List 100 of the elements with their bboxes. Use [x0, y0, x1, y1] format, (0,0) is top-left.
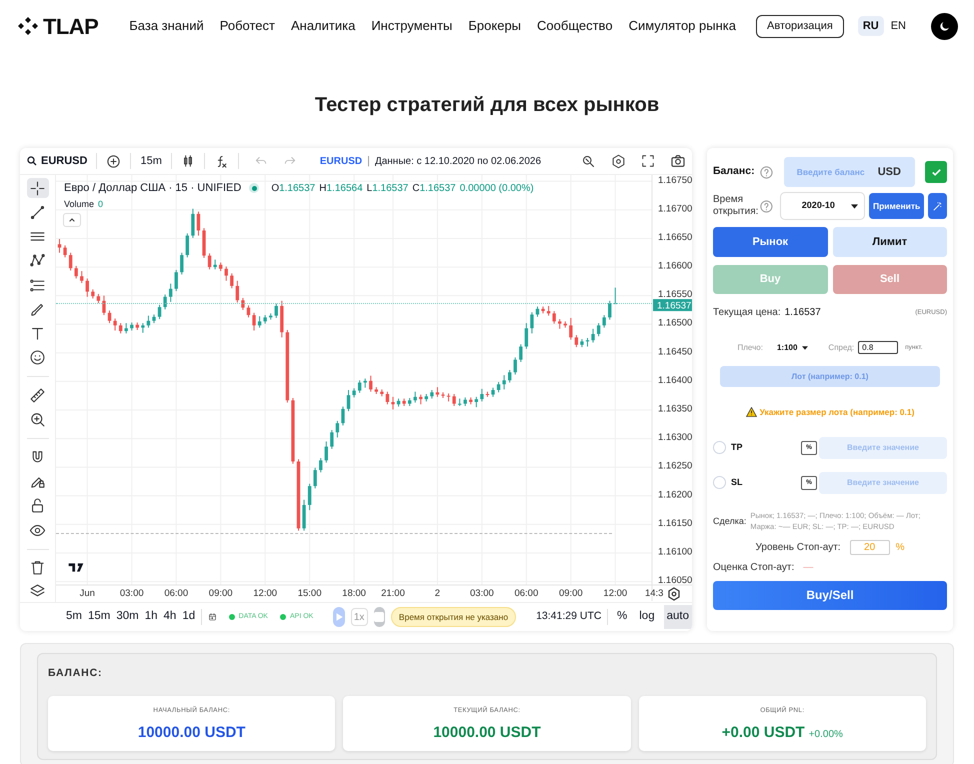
open-time-select[interactable]: 2020-10	[780, 192, 866, 220]
candlestick	[330, 430, 334, 450]
candlestick	[158, 304, 162, 320]
candlestick	[313, 467, 317, 489]
candlestick	[474, 396, 478, 408]
timeframe-button[interactable]: 15m	[88, 608, 110, 626]
candlestick	[519, 344, 523, 362]
candlestick	[346, 390, 350, 412]
candlestick	[236, 280, 240, 304]
check-icon	[930, 166, 942, 178]
price-label: 1.16400	[658, 374, 692, 386]
spread-label: Спред:	[828, 342, 854, 354]
timeframe-button[interactable]: 1h	[144, 608, 158, 626]
crosshair-tool[interactable]	[26, 178, 48, 198]
card-value: 10000.00 USDT	[433, 722, 541, 742]
candlestick	[608, 300, 612, 320]
timeframe-button[interactable]: 4h	[164, 608, 176, 626]
caret-icon	[851, 204, 858, 208]
clock-text: 13:41:29 UTC	[536, 609, 602, 624]
trend-line-icon	[29, 204, 46, 221]
play-icon	[334, 612, 344, 622]
value-field[interactable]: Введите значение	[819, 472, 947, 494]
leverage-select[interactable]: 1:100	[776, 342, 808, 354]
candlestick	[174, 269, 178, 292]
time-label: 03:00	[470, 588, 494, 599]
candlestick	[591, 328, 595, 344]
nav-link[interactable]: Аналитика	[290, 16, 356, 36]
collapse-button[interactable]	[63, 213, 81, 227]
warning-icon	[746, 407, 757, 418]
price-label: 1.16450	[658, 346, 692, 358]
search-icon	[26, 155, 38, 167]
candlestick	[524, 322, 528, 350]
price-label: 1.16600	[658, 260, 692, 272]
fullscreen-icon[interactable]	[641, 154, 655, 168]
scale-button[interactable]: log	[636, 605, 658, 629]
submit-button[interactable]: Buy/Sell	[713, 580, 947, 610]
percent-text: %	[896, 540, 904, 554]
candlestick	[436, 386, 440, 398]
radio-button[interactable]	[713, 476, 726, 490]
price-label: 1.16650	[658, 232, 692, 243]
nav-link[interactable]: Роботест	[220, 16, 275, 36]
symbol-search[interactable]: EURUSD	[26, 152, 88, 170]
spread-field[interactable]: 0.8	[858, 341, 898, 354]
nav-link[interactable]: Сообщество	[537, 16, 613, 36]
price-label: 1.16350	[658, 404, 692, 415]
order-type-tab[interactable]: Лимит	[832, 227, 947, 257]
candlestick	[68, 252, 72, 271]
nav-link[interactable]: База знаний	[129, 16, 204, 36]
zoom-search-icon[interactable]	[581, 154, 596, 168]
interval-button[interactable]: 15m	[140, 152, 162, 170]
logo-icon[interactable]	[16, 16, 40, 36]
caret-icon	[802, 346, 808, 350]
nav-link[interactable]: Брокеры	[468, 16, 522, 36]
card-value: +0.00 USDT	[722, 722, 805, 742]
chart-title: Евро / Доллар США · 15 · UNIFIED	[64, 181, 242, 196]
chevron-up-icon	[68, 216, 76, 224]
language-option[interactable]: EN	[886, 16, 911, 36]
separator-text: |	[367, 154, 370, 169]
timeframe-button[interactable]: 1d	[182, 608, 196, 626]
candlestick	[74, 265, 78, 279]
current-price-value: 1.16537	[784, 306, 821, 320]
language-option[interactable]: RU	[858, 16, 884, 36]
nav-link[interactable]: Инструменты	[371, 16, 452, 36]
login-button[interactable]: Авторизация	[756, 14, 844, 38]
candlestick	[146, 315, 150, 328]
timeframe-button[interactable]: 5m	[66, 608, 82, 626]
candlestick	[363, 378, 367, 388]
order-type-tab[interactable]: Рынок	[713, 227, 828, 257]
scale-button[interactable]: auto	[664, 605, 692, 629]
lock-icon	[29, 497, 46, 514]
balance-field[interactable]: Введите баланс USD	[784, 157, 916, 187]
stopout-estimate-label: Оценка Стоп-аут:	[713, 560, 794, 574]
candlestick	[308, 483, 312, 511]
current-price-label: 1.16537	[653, 299, 692, 312]
axis-settings-icon[interactable]	[668, 587, 680, 601]
value-field[interactable]: Введите значение	[819, 436, 947, 459]
lot-field[interactable]: Лот (например: 0.1)	[720, 366, 940, 387]
logo-text[interactable]: TLAP	[43, 10, 98, 42]
scale-button[interactable]: %	[614, 605, 630, 629]
theme-toggle[interactable]	[931, 12, 958, 40]
radio-button[interactable]	[713, 441, 726, 454]
text-icon	[29, 325, 46, 342]
wand-button[interactable]	[928, 193, 947, 219]
candlestick	[258, 316, 262, 328]
crosshair-icon	[29, 180, 46, 197]
balance-input[interactable]: Введите баланс	[784, 166, 878, 178]
deal-label: Сделка:	[713, 514, 746, 528]
candlestick	[91, 288, 95, 300]
candlestick	[596, 322, 600, 337]
price-label: 1.16050	[658, 575, 692, 586]
settings-icon[interactable]	[611, 154, 626, 168]
timeframe-button[interactable]: 30m	[116, 608, 139, 626]
price-label: 1.16500	[658, 318, 692, 329]
nav-link[interactable]: Симулятор рынка	[628, 16, 736, 36]
apply-button[interactable]: Применить	[869, 193, 924, 219]
help-icon[interactable]	[758, 164, 774, 180]
confirm-button[interactable]	[925, 161, 947, 183]
camera-icon[interactable]	[670, 153, 686, 169]
help-icon[interactable]	[759, 198, 774, 214]
add-icon[interactable]	[106, 154, 122, 168]
